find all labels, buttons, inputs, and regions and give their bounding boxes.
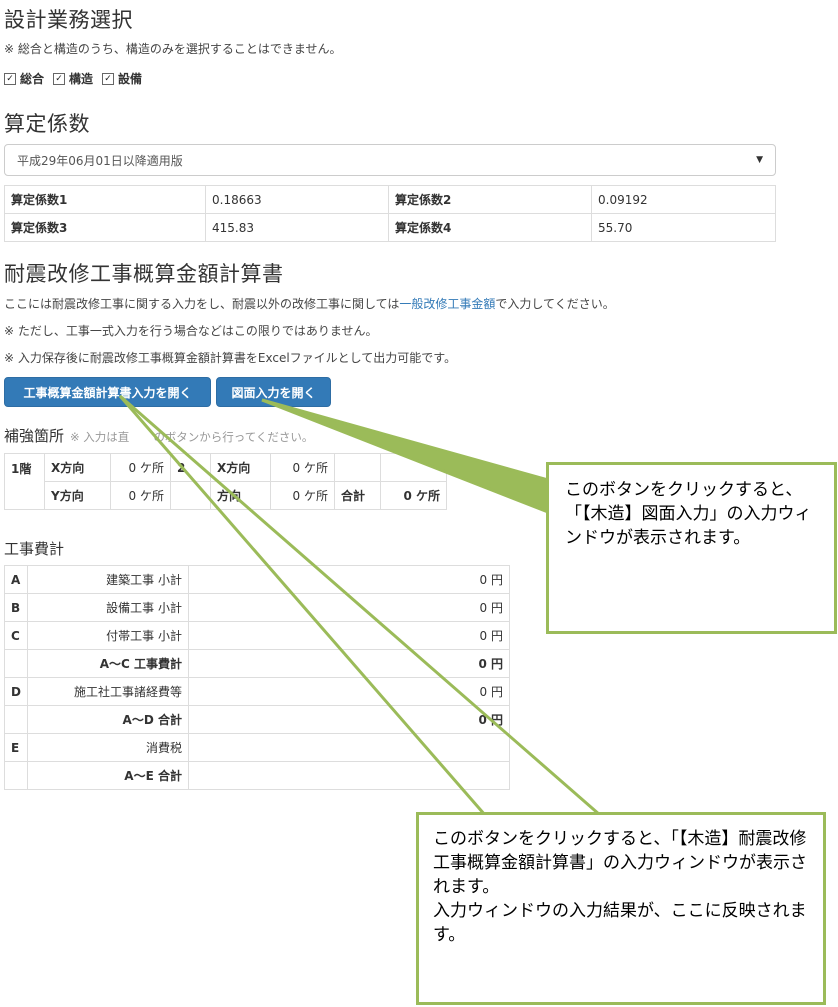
calc-note-3: ※ 入力保存後に耐震改修工事概算金額計算書をExcelファイルとして出力可能です… [4, 351, 457, 365]
coef-label: 算定係数4 [388, 213, 592, 242]
coef-value: 415.83 [205, 213, 389, 242]
count-value: 0 ケ所 [110, 453, 171, 482]
chevron-down-icon: ▼ [756, 155, 763, 165]
floor-label: 1階 [4, 453, 45, 510]
table-row: 算定係数1 0.18663 算定係数2 0.09192 [4, 185, 776, 214]
checkbox-setsubi[interactable]: ✓ [102, 72, 115, 85]
coefficient-version-select[interactable]: 平成29年06月01日以降適用版 ▼ [4, 144, 776, 176]
cost-name: 設備工事 小計 [26, 593, 189, 622]
coef-value: 55.70 [591, 213, 776, 242]
cost-key: A [4, 565, 28, 594]
reinforce-title: 補強箇所 [4, 427, 65, 445]
count-value: 0 ケ所 [270, 453, 335, 482]
calc-note-1: ここには耐震改修工事に関する入力をし、耐震以外の改修工事に関しては一般改修工事金… [4, 295, 615, 312]
table-row: Y方向 0 ケ所 方向 0 ケ所 合計 0 ケ所 [5, 481, 447, 510]
table-row: A～D 合計 0 円 [4, 705, 510, 734]
table-row: 算定係数3 415.83 算定係数4 55.70 [4, 213, 776, 242]
floor-label [170, 481, 211, 510]
cost-key: B [4, 593, 28, 622]
cost-name: A～D 合計 [26, 705, 189, 734]
cost-value: 0 円 [187, 593, 510, 622]
reinforce-note-tail: のボタンから行ってください。 [153, 430, 314, 444]
callout-calc-input: このボタンをクリックすると、「【木造】耐震改修工事概算金額計算書」の入力ウィンド… [416, 812, 826, 1005]
cost-key: D [4, 677, 28, 706]
total-value: 0 ケ所 [380, 481, 447, 510]
cost-value: 0 円 [187, 621, 510, 650]
cost-name: A～C 工事費計 [26, 649, 189, 678]
costs-table-body: A 建築工事 小計 0 円 B 設備工事 小計 0 円 C 付帯工事 小計 0 円 A～C 工事費… [4, 565, 510, 790]
open-calc-input-button[interactable]: 工事概算金額計算書入力を開く [4, 377, 211, 407]
checkbox-label: 設備 [118, 72, 143, 86]
total-label [334, 453, 381, 482]
general-renovation-link[interactable]: 一般改修工事金額 [399, 297, 495, 311]
coef-label: 算定係数3 [4, 213, 206, 242]
coef-label: 算定係数2 [388, 185, 592, 214]
calc-note-2: ※ ただし、工事一式入力を行う場合などはこの限りではありません。 [4, 324, 378, 338]
checkbox-sogo[interactable]: ✓ [4, 72, 16, 85]
coefficient-table: 算定係数1 0.18663 算定係数2 0.09192 算定係数3 415.83… [4, 185, 776, 242]
open-drawing-input-button[interactable]: 図面入力を開く [216, 377, 331, 407]
reinforce-table: 1階 X方向 0 ケ所 2 X方向 0 ケ所 Y方向 0 ケ所 方向 0 ケ所 … [4, 453, 447, 510]
table-row: E 消費税 [4, 733, 510, 762]
calc-note-text: ここには耐震改修工事に関する入力をし、耐震以外の改修工事に関しては [4, 297, 400, 311]
direction-label: 方向 [210, 481, 271, 510]
direction-label: X方向 [44, 453, 111, 482]
cost-name: A～E 合計 [26, 761, 189, 790]
coef-value: 0.18663 [205, 185, 389, 214]
business-checkboxes: ✓ 総合 ✓ 構造 ✓ 設備 [4, 70, 147, 87]
table-row: A 建築工事 小計 0 円 [4, 565, 510, 594]
table-row: A～C 工事費計 0 円 [4, 649, 510, 678]
cost-key [4, 705, 28, 734]
cost-value: 0 円 [187, 565, 510, 594]
coef-value: 0.09192 [591, 185, 776, 214]
reinforce-note: ※ 入力は直 [70, 430, 130, 444]
checkbox-label: 総合 [20, 72, 45, 86]
cost-value [187, 733, 510, 762]
cost-key: C [4, 621, 28, 650]
table-row: B 設備工事 小計 0 円 [4, 593, 510, 622]
cost-value: 0 円 [187, 649, 510, 678]
calc-title: 耐震改修工事概算金額計算書 [4, 262, 284, 286]
calc-note-text: で入力してください。 [495, 297, 615, 311]
reinforce-header: 補強箇所 ※ 入力は直 のボタンから行ってください。 [4, 425, 313, 446]
business-select-title: 設計業務選択 [4, 8, 133, 32]
table-row: D 施工社工事諸経費等 0 円 [4, 677, 510, 706]
cost-value: 0 円 [187, 705, 510, 734]
cost-name: 施工社工事諸経費等 [26, 677, 189, 706]
total-value [380, 453, 447, 482]
cost-key: E [4, 733, 28, 762]
count-value: 0 ケ所 [270, 481, 335, 510]
coefficients-title: 算定係数 [4, 112, 90, 136]
costs-table: A 建築工事 小計 0 円 B 設備工事 小計 0 円 C 付帯工事 小計 0 円 A～C 工事費… [4, 565, 510, 790]
table-row: A～E 合計 [4, 761, 510, 790]
costs-title: 工事費計 [4, 540, 65, 558]
direction-label: X方向 [210, 453, 271, 482]
cost-key [4, 649, 28, 678]
cost-name: 建築工事 小計 [26, 565, 189, 594]
cost-key [4, 761, 28, 790]
table-row: 1階 X方向 0 ケ所 2 X方向 0 ケ所 [4, 453, 447, 510]
direction-label: Y方向 [44, 481, 111, 510]
table-row: C 付帯工事 小計 0 円 [4, 621, 510, 650]
count-value: 0 ケ所 [110, 481, 171, 510]
total-label: 合計 [334, 481, 381, 510]
business-select-note: ※ 総合と構造のうち、構造のみを選択することはできません。 [4, 42, 342, 56]
checkbox-kozo[interactable]: ✓ [53, 72, 66, 85]
cost-value: 0 円 [187, 677, 510, 706]
cost-name: 付帯工事 小計 [26, 621, 189, 650]
coef-label: 算定係数1 [4, 185, 206, 214]
cost-value [187, 761, 510, 790]
floor-label: 2 [170, 453, 211, 482]
checkbox-label: 構造 [69, 72, 94, 86]
cost-name: 消費税 [26, 733, 189, 762]
select-value: 平成29年06月01日以降適用版 [17, 153, 183, 168]
callout-drawing-input: このボタンをクリックすると、「【木造】図面入力」の入力ウィンドウが表示されます。 [546, 462, 837, 634]
